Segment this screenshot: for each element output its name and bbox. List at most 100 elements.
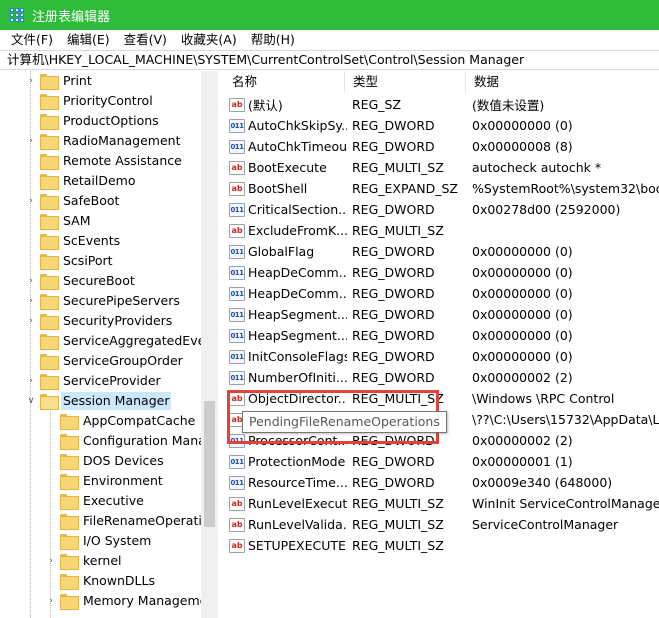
string-value-icon: ab [229,160,245,175]
folder-icon [60,514,79,530]
tree-item[interactable]: RetailDemo [26,171,137,191]
tree-item[interactable]: I/O System [46,531,153,551]
value-row[interactable]: ab RunLevelExecute REG_MULTI_SZ WinInit Ser… [224,493,659,514]
value-row[interactable]: 011 GlobalFlag REG_DWORD 0x00000000 (0) [224,241,659,262]
chevron-right-icon[interactable]: › [26,296,36,306]
chevron-right-icon[interactable]: › [26,76,36,86]
tree-item-label: ScEvents [63,233,121,248]
value-type: REG_MULTI_SZ [352,517,444,532]
tree-item[interactable]: › SecureBoot [26,271,137,291]
value-row[interactable]: ab BootShell REG_EXPAND_SZ %SystemRoot%\sys… [224,178,659,199]
value-row[interactable]: 011 AutoChkTimeout REG_DWORD 0x00000008 (8) [224,136,659,157]
chevron-right-icon[interactable]: › [46,596,56,606]
tree-item[interactable]: › SecurityProviders [26,311,174,331]
value-row[interactable]: ab RunLevelValida... REG_MULTI_SZ ServiceCo… [224,514,659,535]
value-type: REG_DWORD [352,202,435,217]
tree-item[interactable]: ScEvents [26,231,122,251]
tree-item[interactable]: ∨ Session Manager [26,391,172,411]
tree-item[interactable]: Configuration Manag [46,431,216,451]
tree-item[interactable]: FileRenameOperatio [46,511,211,531]
value-type: REG_DWORD [352,139,435,154]
value-row[interactable]: ab BootExecute REG_MULTI_SZ autocheck autoc… [224,157,659,178]
tree-item[interactable]: Remote Assistance [26,151,184,171]
menu-help[interactable]: 帮助(H) [244,30,302,50]
column-header-type[interactable]: 类型 [345,71,466,93]
value-data: 0x00000000 (0) [472,118,573,133]
column-header-name[interactable]: 名称 [224,71,345,93]
tree-item[interactable]: ServiceGroupOrder [26,351,185,371]
value-name: HeapDeComm... [248,286,347,301]
tree-item-label: AppCompatCache [83,413,196,428]
tree-scrollbar[interactable] [201,71,218,618]
tree-item[interactable]: KnownDLLs [46,571,157,591]
value-row[interactable]: 011 HeapDeComm... REG_DWORD 0x00000000 (0) [224,262,659,283]
menu-file[interactable]: 文件(F) [4,30,60,50]
value-row[interactable]: 011 ProtectionMode REG_DWORD 0x00000001 (1) [224,451,659,472]
tree-item[interactable]: ServiceAggregatedEven [26,331,215,351]
value-row[interactable]: 011 ResourceTime... REG_DWORD 0x0009e340 (6… [224,472,659,493]
tree-scroll-thumb[interactable] [204,401,215,527]
value-row[interactable]: ab SETUPEXECUTE REG_MULTI_SZ [224,535,659,556]
menu-view[interactable]: 查看(V) [117,30,174,50]
chevron-down-icon[interactable]: ∨ [26,396,36,406]
column-header-data[interactable]: 数据 [466,71,659,93]
chevron-right-icon[interactable]: › [26,276,36,286]
tree-item[interactable]: › Memory Manageme [46,591,209,611]
tree-item[interactable]: ScsiPort [26,251,115,271]
value-row[interactable]: 011 AutoChkSkipSy... REG_DWORD 0x00000000 (… [224,115,659,136]
folder-icon [40,334,59,350]
folder-icon [40,314,59,330]
string-value-icon: ab [229,517,245,532]
tree-item[interactable]: › kernel [46,551,124,571]
value-row[interactable]: ab ExcludeFromK... REG_MULTI_SZ [224,220,659,241]
tree-item[interactable]: PriorityControl [26,91,155,111]
value-row[interactable]: ab (默认) REG_SZ (数值未设置) [224,94,659,115]
tree-item[interactable]: › Print [26,71,94,91]
tree-item[interactable]: AppCompatCache [46,411,197,431]
value-data: autocheck autochk * [472,160,602,175]
tree-item-label: Session Manager [61,392,172,410]
value-type: REG_DWORD [352,349,435,364]
tree-item[interactable]: Environment [46,471,165,491]
chevron-right-icon[interactable]: › [26,376,36,386]
value-row[interactable]: 011 HeapSegment... REG_DWORD 0x00000000 (0) [224,304,659,325]
value-data: 0x00000000 (0) [472,328,573,343]
window-title: 注册表编辑器 [32,9,111,25]
tree-item-label: SecurePipeServers [63,293,180,308]
chevron-right-icon[interactable]: › [26,136,36,146]
tree-item-label: Print [63,73,92,88]
tree-item-label: Remote Assistance [63,153,182,168]
tree-item-label: FileRenameOperatio [83,513,210,528]
tree-item[interactable]: DOS Devices [46,451,166,471]
chevron-right-icon[interactable]: › [26,196,36,206]
value-name: AutoChkTimeout [248,139,347,154]
tree-item-label: ServiceAggregatedEven [63,333,214,348]
tree-item-label: Configuration Manag [83,433,214,448]
tree-item[interactable]: SAM [26,211,93,231]
menu-edit[interactable]: 编辑(E) [60,30,117,50]
address-bar[interactable]: 计算机\HKEY_LOCAL_MACHINE\SYSTEM\CurrentCon… [0,50,659,70]
string-value-icon: ab [229,538,245,553]
folder-icon [40,354,59,370]
value-row[interactable]: 011 CriticalSection... REG_DWORD 0x00278d00… [224,199,659,220]
tree-item[interactable]: › RadioManagement [26,131,182,151]
tree-item[interactable]: Executive [46,491,146,511]
value-list: 名称 类型 数据 ab (默认) REG_SZ (数值未设置) 011 AutoChkSk… [224,71,659,618]
tree-item[interactable]: ProductOptions [26,111,161,131]
chevron-right-icon[interactable]: › [26,316,36,326]
binary-value-icon: 011 [229,286,245,301]
menu-favorites[interactable]: 收藏夹(A) [174,30,244,50]
value-row[interactable]: 011 InitConsoleFlags REG_DWORD 0x00000000 (… [224,346,659,367]
tree-item[interactable]: › SafeBoot [26,191,121,211]
string-value-icon: ab [229,496,245,511]
tree-item[interactable]: › ServiceProvider [26,371,163,391]
value-row[interactable]: 011 HeapSegment... REG_DWORD 0x00000000 (0) [224,325,659,346]
folder-icon [60,454,79,470]
value-row[interactable]: 011 HeapDeComm... REG_DWORD 0x00000000 (0) [224,283,659,304]
binary-value-icon: 011 [229,328,245,343]
chevron-right-icon[interactable]: › [46,556,56,566]
string-value-icon: ab [229,181,245,196]
value-name: RunLevelExecute [248,496,347,511]
tree-item[interactable]: › SecurePipeServers [26,291,182,311]
value-row[interactable]: 011 NumberOfIniti... REG_DWORD 0x00000002 (… [224,367,659,388]
